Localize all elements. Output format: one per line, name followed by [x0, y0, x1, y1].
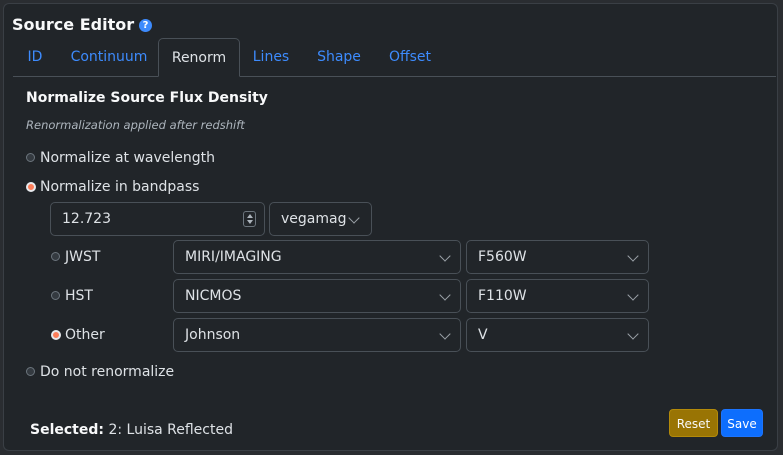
tab-shape[interactable]: Shape — [311, 38, 367, 76]
tab-lines[interactable]: Lines — [246, 38, 296, 76]
select-value: V — [478, 327, 488, 343]
chevron-down-icon — [627, 328, 639, 340]
radio-button[interactable] — [51, 291, 60, 300]
select-value: MIRI/IMAGING — [185, 249, 282, 265]
radio-label: Do not renormalize — [40, 364, 175, 380]
unit-select[interactable]: vegamag — [269, 202, 372, 236]
selected-value: 2: Luisa Reflected — [108, 422, 233, 438]
unit-select-value: vegamag — [281, 211, 347, 227]
chevron-down-icon — [439, 328, 451, 340]
jwst-filter-select[interactable]: F560W — [466, 240, 649, 274]
flux-value-text: 12.723 — [62, 211, 111, 227]
selected-source-status: Selected: 2: Luisa Reflected — [30, 422, 233, 438]
tab-id[interactable]: ID — [13, 38, 57, 76]
select-value: F110W — [478, 288, 527, 304]
other-filter-select[interactable]: V — [466, 318, 649, 352]
radio-label: Normalize in bandpass — [40, 179, 200, 195]
flux-value-input[interactable]: 12.723 — [50, 202, 265, 236]
radio-button[interactable] — [51, 330, 61, 340]
radio-button[interactable] — [26, 182, 36, 192]
radio-button[interactable] — [26, 367, 35, 376]
select-value: F560W — [478, 249, 527, 265]
radio-button[interactable] — [51, 252, 60, 261]
radio-label: HST — [65, 288, 93, 304]
select-value: Johnson — [185, 327, 241, 343]
radio-button[interactable] — [26, 153, 35, 162]
question-circle-icon[interactable]: ? — [139, 19, 152, 32]
selected-label: Selected: — [30, 422, 104, 438]
tab-renorm[interactable]: Renorm — [158, 38, 240, 77]
jwst-instrument-select[interactable]: MIRI/IMAGING — [173, 240, 461, 274]
section-subheading: Renormalization applied after redshift — [26, 118, 245, 132]
tab-offset[interactable]: Offset — [381, 38, 439, 76]
chevron-down-icon — [439, 250, 451, 262]
select-value: NICMOS — [185, 288, 242, 304]
chevron-down-icon — [439, 289, 451, 301]
radio-label: Other — [65, 327, 105, 343]
other-instrument-select[interactable]: Johnson — [173, 318, 461, 352]
panel-title: Source Editor — [12, 15, 135, 34]
hst-instrument-select[interactable]: NICMOS — [173, 279, 461, 313]
radio-label: JWST — [65, 249, 101, 265]
number-spinner-icon[interactable] — [243, 211, 256, 227]
source-editor-panel: Source Editor ? ID Continuum Renorm Line… — [3, 3, 778, 451]
tab-bar: ID Continuum Renorm Lines Shape Offset — [13, 38, 776, 77]
radio-label: Normalize at wavelength — [40, 150, 216, 166]
chevron-down-icon — [348, 212, 360, 224]
section-heading: Normalize Source Flux Density — [26, 90, 268, 106]
hst-filter-select[interactable]: F110W — [466, 279, 649, 313]
chevron-down-icon — [627, 250, 639, 262]
chevron-down-icon — [627, 289, 639, 301]
tab-continuum[interactable]: Continuum — [63, 38, 155, 76]
reset-button[interactable]: Reset — [669, 409, 718, 437]
save-button[interactable]: Save — [721, 409, 763, 437]
